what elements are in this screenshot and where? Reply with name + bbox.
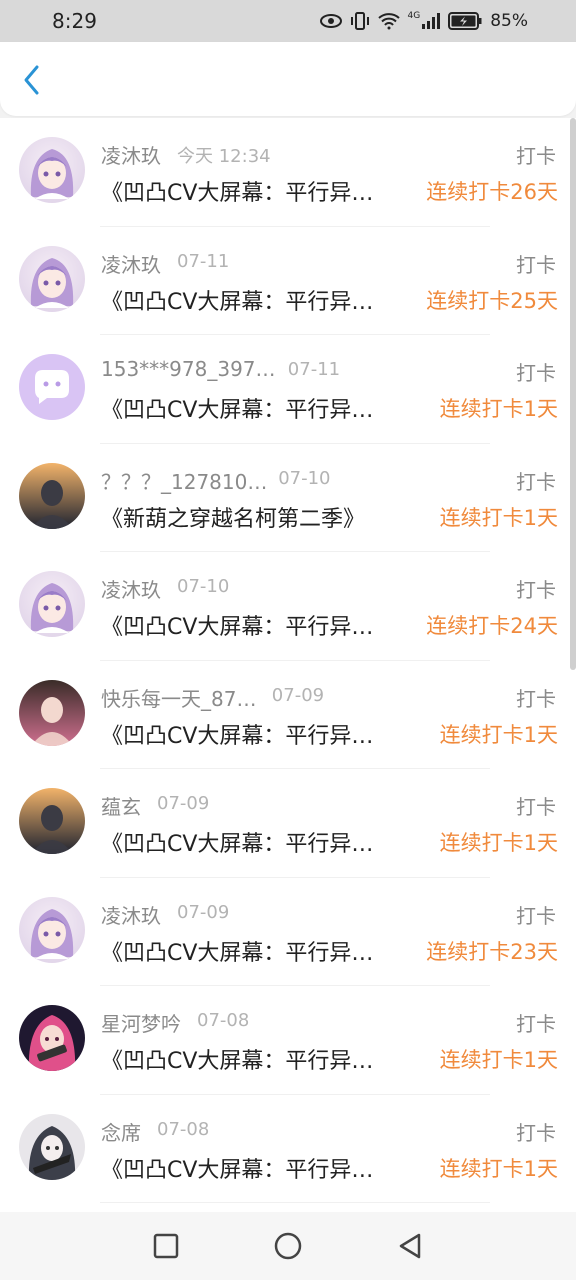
work-title[interactable]: 《凹凸CV大屏幕：平行异… bbox=[101, 826, 373, 858]
list-item[interactable]: 凌沐玖 07-10 打卡《凹凸CV大屏幕：平行异… 连续打卡24天 bbox=[0, 552, 576, 661]
list-item[interactable]: 蕴玄 07-09 打卡《凹凸CV大屏幕：平行异… 连续打卡1天 bbox=[0, 769, 576, 878]
streak-count: 连续打卡25天 bbox=[426, 288, 558, 313]
checkin-date: 07-11 bbox=[177, 250, 230, 272]
user-name[interactable]: 凌沐玖 bbox=[101, 249, 161, 278]
checkin-label: 打卡 bbox=[516, 469, 556, 494]
checkin-label: 打卡 bbox=[516, 903, 556, 928]
checkin-label: 打卡 bbox=[516, 795, 556, 819]
checkin-date: 07-09 bbox=[177, 901, 230, 923]
checkin-label: 打卡 bbox=[516, 252, 556, 277]
streak-count: 连续打卡1天 bbox=[439, 505, 558, 530]
user-name[interactable]: ？？？_127810… bbox=[101, 466, 267, 495]
triangle-back-icon bbox=[399, 1233, 421, 1259]
avatar[interactable] bbox=[19, 462, 85, 529]
user-name[interactable]: 凌沐玖 bbox=[101, 900, 161, 929]
list-item[interactable]: 凌沐玖 07-09 打卡《凹凸CV大屏幕：平行异… 连续打卡23天 bbox=[0, 878, 576, 987]
streak-count: 连续打卡1天 bbox=[439, 397, 558, 421]
avatar[interactable] bbox=[19, 788, 85, 854]
wifi-icon bbox=[377, 13, 400, 30]
checkin-label: 打卡 bbox=[516, 578, 556, 602]
user-name[interactable]: 念席 bbox=[101, 1117, 141, 1146]
back-nav-button[interactable] bbox=[390, 1226, 430, 1266]
battery-percent: 85% bbox=[490, 11, 528, 31]
checkin-date: 07-08 bbox=[197, 1010, 250, 1031]
avatar[interactable] bbox=[19, 245, 85, 312]
streak-count: 连续打卡26天 bbox=[426, 180, 558, 204]
status-time: 8:29 bbox=[52, 9, 97, 33]
recents-button[interactable] bbox=[146, 1226, 186, 1266]
user-name[interactable]: 快乐每一天_87… bbox=[101, 683, 256, 712]
signal-icon bbox=[422, 13, 441, 29]
work-title[interactable]: 《新葫之穿越名柯第二季》 bbox=[101, 501, 365, 533]
system-nav-bar bbox=[0, 1212, 576, 1280]
user-name[interactable]: 凌沐玖 bbox=[101, 140, 161, 169]
checkin-list[interactable]: 凌沐玖 今天 12:34 打卡 《凹凸CV大屏幕：平行异… 连续打卡26天 凌沐玖 07-… bbox=[0, 118, 576, 1212]
list-item[interactable]: 凌沐玖 今天 12:34 打卡《凹凸CV大屏幕：平行异… 连续打卡26天 bbox=[0, 118, 576, 227]
battery-icon bbox=[448, 12, 482, 30]
work-title[interactable]: 《凹凸CV大屏幕：平行异… bbox=[101, 718, 373, 750]
streak-count: 连续打卡1天 bbox=[439, 722, 558, 747]
work-title[interactable]: 《凹凸CV大屏幕：平行异… bbox=[101, 935, 373, 967]
list-item[interactable]: 153***978_397… 07-11 打卡《凹凸CV大屏幕：平行异… 连续打卡1天 bbox=[0, 335, 576, 444]
streak-count: 连续打卡1天 bbox=[439, 1048, 558, 1072]
checkin-date: 07-09 bbox=[157, 793, 210, 814]
status-bar: 8:29 4G 85% bbox=[0, 0, 576, 42]
checkin-label: 打卡 bbox=[516, 1012, 556, 1036]
work-title[interactable]: 《凹凸CV大屏幕：平行异… bbox=[101, 609, 373, 641]
checkin-label: 打卡 bbox=[516, 1120, 556, 1145]
list-item[interactable]: 念席 07-08 打卡《凹凸CV大屏幕：平行异… 连续打卡1天 bbox=[0, 1095, 576, 1204]
avatar[interactable] bbox=[19, 679, 85, 746]
checkin-date: 07-10 bbox=[177, 576, 230, 597]
checkin-label: 打卡 bbox=[516, 686, 556, 711]
user-name[interactable]: 凌沐玖 bbox=[101, 574, 161, 603]
vibrate-icon bbox=[350, 12, 369, 30]
home-button[interactable] bbox=[268, 1226, 308, 1266]
work-title[interactable]: 《凹凸CV大屏幕：平行异… bbox=[101, 284, 373, 316]
avatar[interactable] bbox=[19, 354, 85, 420]
eye-icon bbox=[319, 14, 342, 28]
list-item[interactable]: 凌沐玖 07-11 打卡《凹凸CV大屏幕：平行异… 连续打卡25天 bbox=[0, 227, 576, 336]
work-title[interactable]: 《凹凸CV大屏幕：平行异… bbox=[101, 1043, 373, 1075]
avatar[interactable] bbox=[19, 1005, 85, 1071]
square-icon bbox=[153, 1233, 179, 1259]
avatar[interactable] bbox=[19, 1113, 85, 1180]
checkin-date: 07-08 bbox=[157, 1118, 210, 1140]
user-name[interactable]: 蕴玄 bbox=[101, 791, 141, 820]
checkin-date: 07-10 bbox=[278, 467, 331, 489]
checkin-date: 07-09 bbox=[271, 684, 325, 706]
work-title[interactable]: 《凹凸CV大屏幕：平行异… bbox=[101, 392, 373, 424]
avatar[interactable] bbox=[19, 896, 85, 963]
streak-count: 连续打卡24天 bbox=[426, 614, 558, 638]
checkin-label: 打卡 bbox=[516, 144, 556, 168]
streak-count: 连续打卡23天 bbox=[426, 939, 558, 964]
network-type: 4G bbox=[407, 11, 421, 21]
list-item[interactable]: 星河梦吟 07-08 打卡《凹凸CV大屏幕：平行异… 连续打卡1天 bbox=[0, 986, 576, 1095]
user-name[interactable]: 星河梦吟 bbox=[101, 1008, 181, 1037]
back-button[interactable] bbox=[16, 64, 48, 96]
work-title[interactable]: 《凹凸CV大屏幕：平行异… bbox=[101, 1152, 373, 1184]
streak-count: 连续打卡1天 bbox=[439, 831, 558, 855]
chevron-left-icon bbox=[24, 65, 39, 95]
checkin-date: 今天 12:34 bbox=[177, 146, 271, 167]
status-icons: 4G 85% bbox=[319, 11, 528, 31]
scrollbar[interactable] bbox=[570, 118, 576, 670]
list-item[interactable]: ？？？_127810… 07-10 打卡《新葫之穿越名柯第二季》 连续打卡1天 bbox=[0, 444, 576, 553]
checkin-label: 打卡 bbox=[516, 361, 556, 385]
app-header bbox=[0, 42, 576, 116]
avatar[interactable] bbox=[19, 137, 85, 203]
avatar[interactable] bbox=[19, 571, 85, 637]
list-item[interactable]: 快乐每一天_87… 07-09 打卡《凹凸CV大屏幕：平行异… 连续打卡1天 bbox=[0, 661, 576, 770]
work-title[interactable]: 《凹凸CV大屏幕：平行异… bbox=[101, 175, 373, 207]
checkin-date: 07-11 bbox=[287, 359, 341, 380]
streak-count: 连续打卡1天 bbox=[439, 1156, 558, 1181]
circle-icon bbox=[274, 1232, 302, 1260]
user-name[interactable]: 153***978_397… bbox=[101, 357, 276, 381]
